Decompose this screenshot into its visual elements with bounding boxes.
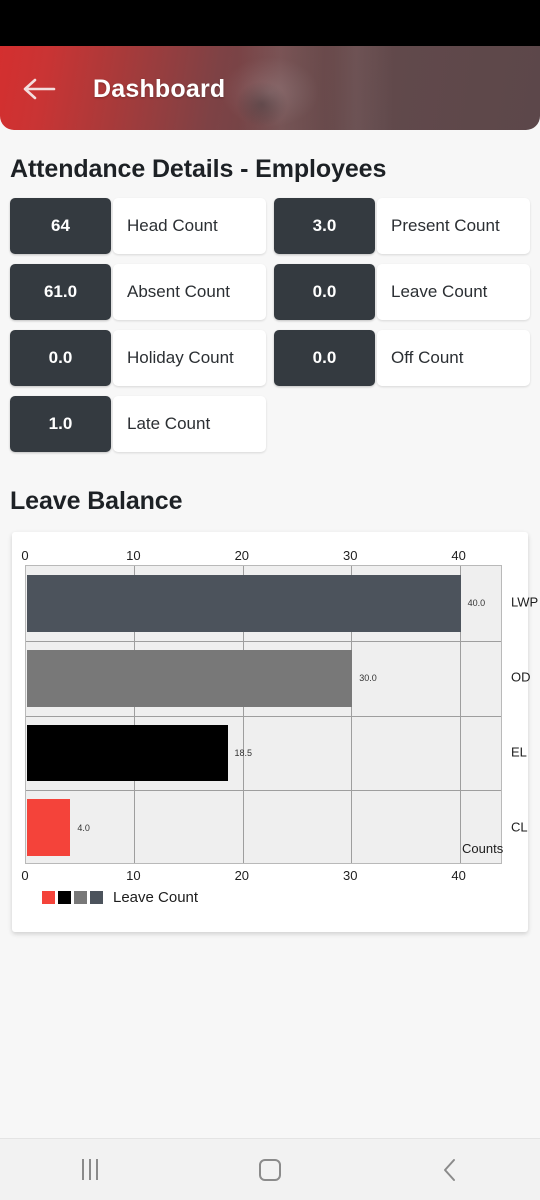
stat-card-absent-count[interactable]: 61.0 Absent Count [6, 264, 270, 320]
bar-el[interactable] [27, 724, 228, 782]
stat-value: 3.0 [274, 198, 375, 254]
bar-row[interactable]: 30.0 [26, 641, 503, 716]
bar-value-label: 30.0 [359, 673, 377, 684]
stat-value: 64 [10, 198, 111, 254]
bar-value-label: 4.0 [77, 822, 90, 833]
nav-back-button[interactable] [360, 1139, 540, 1200]
stat-card-head-count[interactable]: 64 Head Count [6, 198, 270, 254]
nav-recents-button[interactable] [0, 1139, 180, 1200]
stat-value: 1.0 [10, 396, 111, 452]
stat-label: Present Count [377, 198, 530, 254]
stat-label: Leave Count [377, 264, 530, 320]
category-label-cl: CL [511, 819, 528, 835]
attendance-card-grid: 64 Head Count 3.0 Present Count 61.0 Abs… [0, 198, 540, 462]
plot-area: 40.0 30.0 18.5 4.0 [25, 565, 502, 864]
stat-value: 0.0 [274, 330, 375, 386]
xtick-top: 40 [451, 548, 466, 563]
bar-row[interactable]: 4.0 [26, 790, 503, 865]
arrow-left-icon [23, 78, 56, 100]
leave-balance-section-title: Leave Balance [10, 487, 183, 515]
xtick-top: 0 [21, 548, 29, 563]
xtick-bottom: 40 [451, 868, 466, 883]
bar-value-label: 18.5 [234, 747, 253, 758]
legend-swatch [42, 891, 55, 904]
legend-swatch [58, 891, 71, 904]
attendance-section-title: Attendance Details - Employees [10, 155, 387, 183]
legend-swatch [90, 891, 103, 904]
xtick-bottom: 30 [342, 868, 358, 883]
category-label-lwp: LWP [511, 594, 539, 610]
bar-value-label: 40.0 [467, 598, 486, 609]
stat-value: 61.0 [10, 264, 111, 320]
bar-od[interactable] [27, 649, 353, 707]
legend-swatches [42, 891, 106, 904]
content-scroll[interactable]: Attendance Details - Employees 64 Head C… [0, 130, 540, 1140]
stat-card-holiday-count[interactable]: 0.0 Holiday Count [6, 330, 270, 386]
xtick-top: 30 [342, 548, 358, 563]
android-nav-bar [0, 1138, 540, 1200]
page-title: Dashboard [93, 75, 226, 103]
status-bar [0, 0, 540, 46]
stat-card-off-count[interactable]: 0.0 Off Count [270, 330, 534, 386]
x-axis-title: Counts [462, 841, 504, 856]
app-header: Dashboard [0, 46, 540, 130]
xtick-bottom: 10 [126, 868, 141, 883]
category-label-od: OD [511, 669, 531, 685]
bar-row[interactable]: 40.0 [26, 566, 503, 641]
stat-label: Head Count [113, 198, 266, 254]
stat-value: 0.0 [274, 264, 375, 320]
stat-card-late-count[interactable]: 1.0 Late Count [6, 396, 270, 452]
legend-label: Leave Count [113, 889, 199, 906]
xtick-top: 20 [234, 548, 250, 563]
chevron-left-icon [444, 1158, 455, 1181]
category-label-el: EL [511, 744, 527, 760]
leave-balance-chart-card[interactable]: 40.0 30.0 18.5 4.0 LWP OD EL CL 0 0 10 10 20 20 30 30 4… [12, 532, 538, 932]
bar-row[interactable]: 18.5 [26, 716, 503, 791]
xtick-bottom: 0 [21, 868, 29, 883]
bar-chart[interactable]: 40.0 30.0 18.5 4.0 LWP OD EL CL 0 0 10 10 20 20 30 30 4… [21, 548, 538, 883]
back-button[interactable] [18, 72, 60, 106]
stat-label: Late Count [113, 396, 266, 452]
stat-value: 0.0 [10, 330, 111, 386]
stat-label: Holiday Count [113, 330, 266, 386]
xtick-bottom: 20 [234, 868, 250, 883]
home-icon [259, 1158, 281, 1181]
xtick-top: 10 [126, 548, 141, 563]
recents-icon [82, 1159, 98, 1180]
bar-cl[interactable] [27, 799, 71, 856]
nav-home-button[interactable] [180, 1139, 360, 1200]
stat-card-present-count[interactable]: 3.0 Present Count [270, 198, 534, 254]
legend-swatch [74, 891, 87, 904]
bar-lwp[interactable] [27, 575, 461, 632]
app-root: Dashboard Attendance Details - Employees… [0, 0, 540, 1200]
stat-label: Off Count [377, 330, 530, 386]
chart-legend: Leave Count [42, 889, 198, 906]
stat-card-leave-count[interactable]: 0.0 Leave Count [270, 264, 534, 320]
stat-label: Absent Count [113, 264, 266, 320]
